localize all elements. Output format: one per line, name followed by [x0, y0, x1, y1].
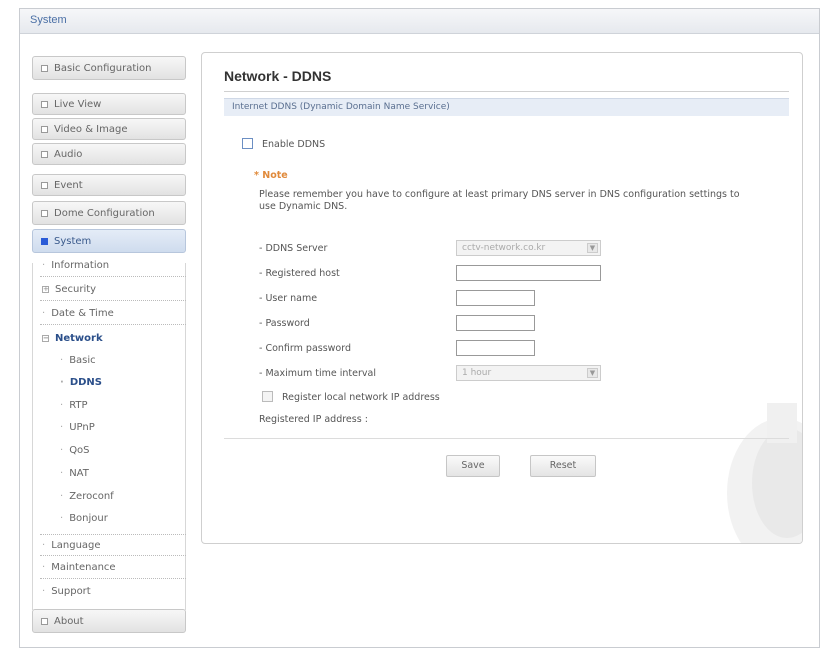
content-panel: Network - DDNS Internet DDNS (Dynamic Do… [201, 52, 803, 544]
sidebar-item-maintenance[interactable]: · Maintenance [40, 557, 186, 579]
box-icon [41, 237, 48, 245]
section-header: Internet DDNS (Dynamic Domain Name Servi… [224, 98, 789, 116]
register-local-ip-checkbox[interactable] [262, 391, 273, 402]
sidebar-item-basic-configuration[interactable]: Basic Configuration [32, 56, 186, 80]
sidebar-item-information[interactable]: · Information [40, 255, 186, 277]
plus-icon: + [42, 285, 49, 293]
sidebar-item-event[interactable]: Event [32, 174, 186, 196]
sidebar-subitem-ddns[interactable]: · DDNS [60, 371, 186, 393]
save-button[interactable]: Save [446, 455, 500, 477]
sidebar-subitem-bonjour[interactable]: · Bonjour [60, 507, 186, 529]
box-icon [41, 100, 48, 108]
decorative-camera-watermark [727, 403, 802, 543]
sidebar-subitem-zeroconf[interactable]: · Zeroconf [60, 485, 186, 507]
minus-icon: − [42, 333, 49, 342]
box-icon [41, 64, 48, 72]
note-title: * Note [254, 170, 288, 181]
sidebar-subitem-rtp[interactable]: · RTP [60, 394, 186, 416]
sidebar-item-language[interactable]: · Language [40, 534, 186, 556]
ddns-server-select[interactable]: cctv-network.co.kr ▼ [456, 240, 601, 256]
box-icon [41, 181, 48, 189]
chevron-down-icon: ▼ [587, 243, 598, 253]
password-input[interactable] [456, 315, 535, 331]
registered-ip-label: Registered IP address : [259, 414, 368, 425]
enable-ddns-label: Enable DDNS [262, 139, 326, 150]
sidebar-item-network[interactable]: − Network [40, 327, 186, 349]
top-bar: System [20, 9, 819, 34]
enable-ddns-checkbox[interactable] [242, 138, 253, 149]
sidebar-item-live-view[interactable]: Live View [32, 93, 186, 115]
user-name-input[interactable] [456, 290, 535, 306]
title-divider [224, 91, 789, 92]
sidebar-subitem-nat[interactable]: · NAT [60, 462, 186, 484]
sidebar-item-system[interactable]: System [32, 229, 186, 253]
registered-host-input[interactable] [456, 265, 601, 281]
chevron-down-icon: ▼ [587, 368, 598, 378]
password-label: - Password [259, 318, 310, 329]
sidebar-subitem-basic[interactable]: · Basic [60, 349, 186, 371]
sidebar-item-about[interactable]: About [32, 609, 186, 633]
form-divider [224, 438, 789, 439]
page-title: Network - DDNS [224, 68, 332, 84]
sidebar-item-date-time[interactable]: · Date & Time [40, 303, 186, 325]
confirm-password-label: - Confirm password [259, 343, 352, 354]
box-icon [41, 209, 48, 217]
sidebar-item-audio[interactable]: Audio [32, 143, 186, 165]
reset-button[interactable]: Reset [530, 455, 596, 477]
sidebar-item-dome-configuration[interactable]: Dome Configuration [32, 201, 186, 225]
sidebar-subitem-upnp[interactable]: · UPnP [60, 416, 186, 438]
sidebar-item-security[interactable]: + Security [40, 279, 186, 301]
confirm-password-input[interactable] [456, 340, 535, 356]
note-text: Please remember you have to configure at… [259, 189, 740, 212]
sidebar-item-support[interactable]: · Support [40, 580, 186, 602]
registered-host-label: - Registered host [259, 268, 340, 279]
browser-frame: System Basic Configuration Live View Vid… [19, 8, 820, 648]
box-icon [41, 125, 48, 133]
sidebar-item-video-image[interactable]: Video & Image [32, 118, 186, 140]
max-interval-label: - Maximum time interval [259, 368, 376, 379]
box-icon [41, 617, 48, 625]
page-header-title: System [30, 14, 67, 26]
user-name-label: - User name [259, 293, 318, 304]
register-local-ip-label: Register local network IP address [282, 392, 440, 403]
ddns-server-label: - DDNS Server [259, 243, 328, 254]
sidebar-subitem-qos[interactable]: · QoS [60, 439, 186, 461]
max-interval-select[interactable]: 1 hour ▼ [456, 365, 601, 381]
box-icon [41, 150, 48, 158]
